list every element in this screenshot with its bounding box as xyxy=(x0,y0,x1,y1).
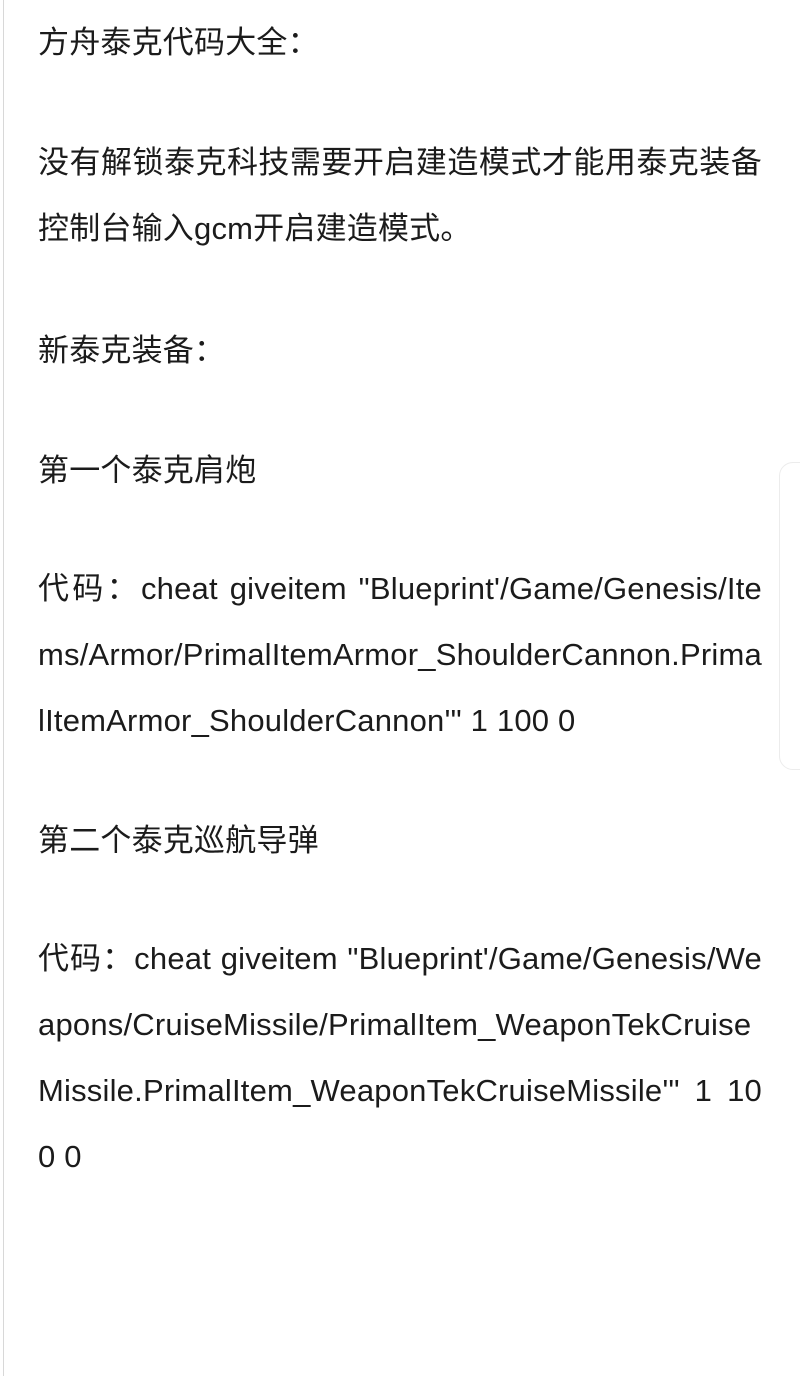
intro-paragraph: 没有解锁泰克科技需要开启建造模式才能用泰克装备 控制台输入gcm开启建造模式。 xyxy=(38,145,762,246)
entry-name-shoulder-cannon: 第一个泰克肩炮 xyxy=(38,453,257,488)
entry-code-shoulder-cannon[interactable]: 代码：cheat giveitem "Blueprint'/Game/Genes… xyxy=(38,504,762,754)
entry-code-cruise-missile[interactable]: 代码：cheat giveitem "Blueprint'/Game/Genes… xyxy=(38,874,762,1190)
entry-name-cruise-missile: 第二个泰克巡航导弹 xyxy=(38,823,319,858)
article-body: 方舟泰克代码大全： 没有解锁泰克科技需要开启建造模式才能用泰克装备 控制台输入g… xyxy=(0,0,800,1190)
page-title: 方舟泰克代码大全： xyxy=(38,25,319,60)
section-heading-new-tek-gear: 新泰克装备： xyxy=(38,333,226,368)
